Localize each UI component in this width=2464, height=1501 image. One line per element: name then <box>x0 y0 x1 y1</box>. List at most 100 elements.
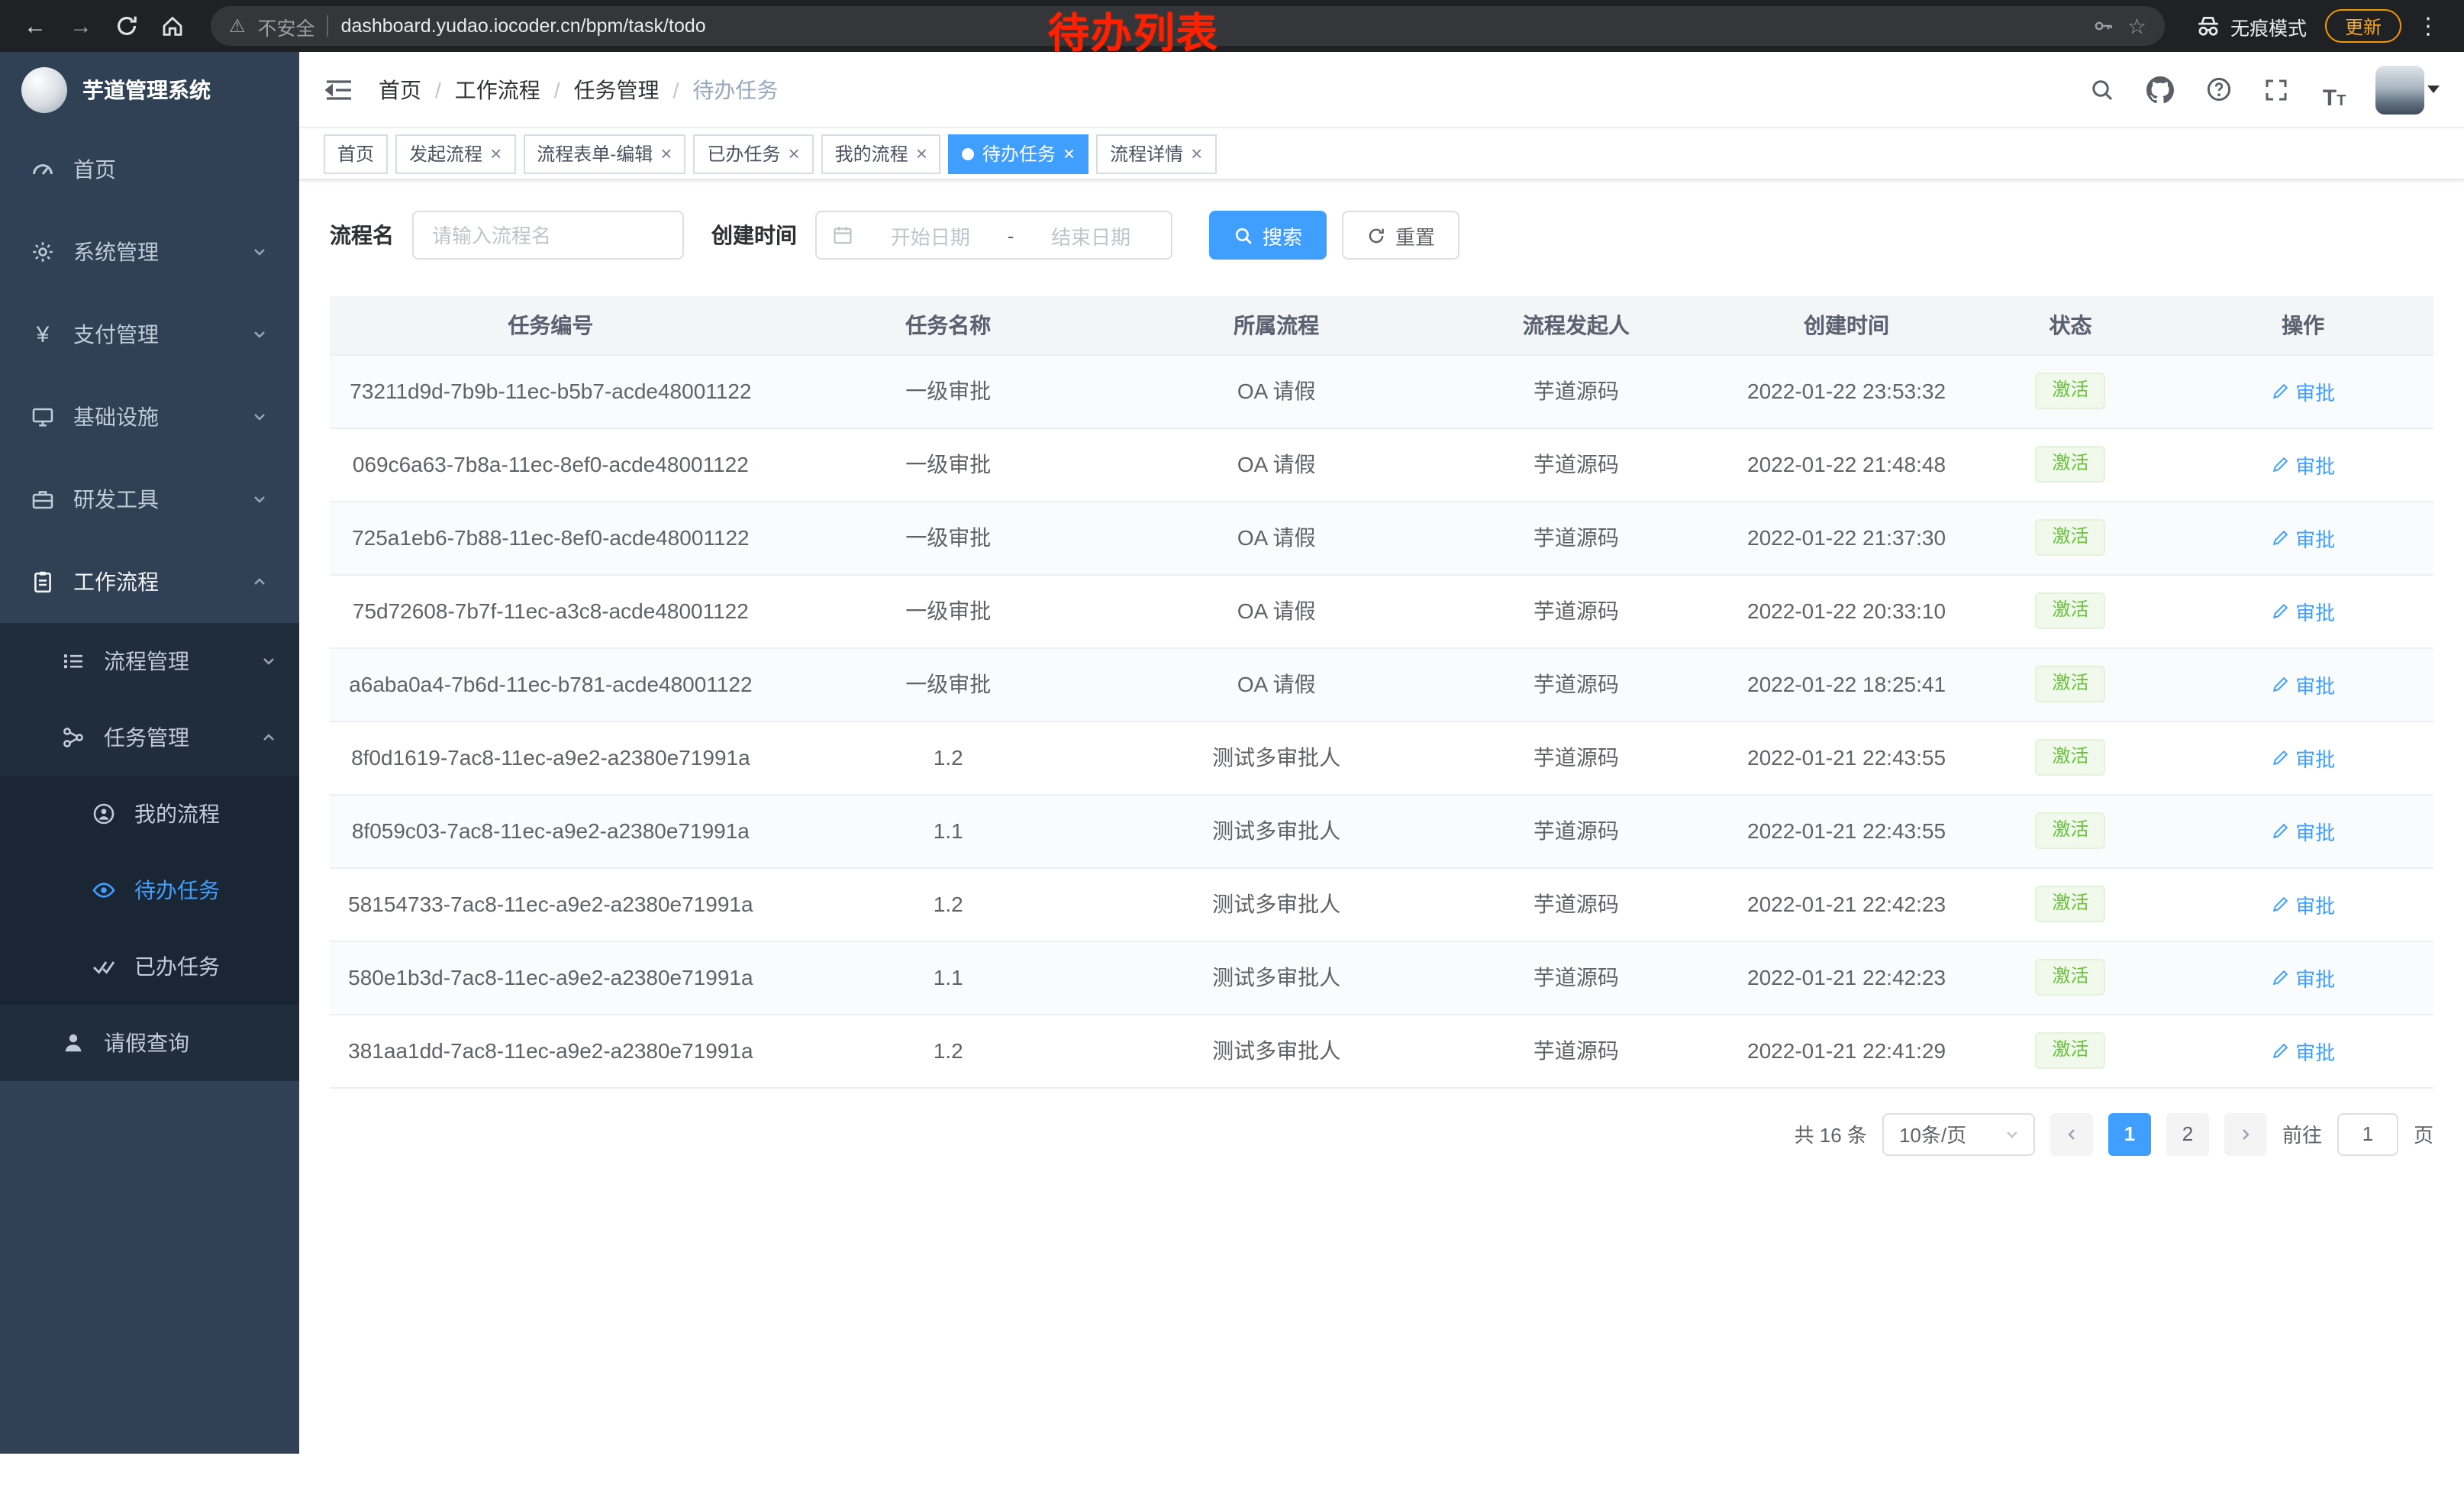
key-icon[interactable] <box>2094 15 2115 37</box>
content: 流程名 创建时间 开始日期 - 结束日期 <box>299 180 2464 1501</box>
date-range-picker[interactable]: 开始日期 - 结束日期 <box>815 211 1172 260</box>
page-unit-label: 页 <box>2414 1119 2433 1148</box>
browser-forward-button[interactable]: → <box>61 6 101 46</box>
prev-page-button[interactable] <box>2050 1112 2093 1155</box>
status-badge: 激活 <box>2036 373 2106 408</box>
edit-pen-icon <box>2271 822 2289 840</box>
tab-label: 发起流程 <box>409 140 482 166</box>
sidebar-item-workflow[interactable]: 工作流程 <box>0 541 299 623</box>
cell-status: 激活 <box>1969 428 2172 501</box>
sidebar-item-task-management[interactable]: 任务管理 <box>0 699 299 776</box>
yen-icon: ¥ <box>31 321 55 347</box>
search-button[interactable]: 搜索 <box>1209 211 1327 260</box>
tab-process-detail[interactable]: 流程详情 × <box>1096 134 1216 173</box>
cell-task-name: 一级审批 <box>772 501 1125 574</box>
cell-status: 激活 <box>1969 941 2172 1014</box>
font-size-button[interactable]: TT <box>2317 69 2351 109</box>
page-size-select[interactable]: 10条/页 <box>1882 1112 2035 1155</box>
approve-link[interactable]: 审批 <box>2271 376 2335 405</box>
fullscreen-button[interactable] <box>2259 69 2293 109</box>
sidebar-item-leave-query[interactable]: 请假查询 <box>0 1005 299 1081</box>
approve-link[interactable]: 审批 <box>2271 1036 2335 1065</box>
sidebar-item-label: 任务管理 <box>104 722 241 753</box>
sidebar-collapse-button[interactable] <box>308 51 369 128</box>
bookmark-star-icon[interactable]: ☆ <box>2127 13 2146 39</box>
approve-link[interactable]: 审批 <box>2271 523 2335 552</box>
cell-status: 激活 <box>1969 574 2172 647</box>
browser-refresh-button[interactable] <box>107 6 147 46</box>
security-label: 不安全 <box>258 11 315 40</box>
next-page-button[interactable] <box>2224 1112 2267 1155</box>
sidebar-item-process-management[interactable]: 流程管理 <box>0 623 299 699</box>
close-icon[interactable]: × <box>788 144 799 163</box>
column-header-task-name: 任务名称 <box>772 296 1125 354</box>
approve-link-label: 审批 <box>2295 450 2335 479</box>
close-icon[interactable]: × <box>660 144 672 163</box>
cell-status: 激活 <box>1969 647 2172 721</box>
approve-link[interactable]: 审批 <box>2271 596 2335 625</box>
sidebar-item-todo-tasks[interactable]: 待办任务 <box>0 852 299 928</box>
search-icon <box>2090 77 2114 102</box>
update-label: 更新 <box>2345 13 2382 39</box>
page-button-2[interactable]: 2 <box>2166 1112 2209 1155</box>
sidebar-item-infrastructure[interactable]: 基础设施 <box>0 376 299 458</box>
annotation-overlay: 待办列表 <box>1048 0 1219 60</box>
approve-link[interactable]: 审批 <box>2271 963 2335 992</box>
search-button[interactable] <box>2085 69 2119 109</box>
tab-my-process[interactable]: 我的流程 × <box>821 134 941 173</box>
clipboard-icon <box>31 570 55 594</box>
tab-todo-tasks[interactable]: 待办任务 × <box>949 134 1088 173</box>
cell-task-id: 8f059c03-7ac8-11ec-a9e2-a2380e71991a <box>330 794 772 867</box>
tab-start-process[interactable]: 发起流程 × <box>395 134 515 173</box>
start-date-placeholder: 开始日期 <box>866 221 995 250</box>
user-menu[interactable] <box>2375 65 2440 114</box>
sidebar-item-done-tasks[interactable]: 已办任务 <box>0 928 299 1005</box>
browser-menu-icon[interactable]: ⋮ <box>2408 12 2449 40</box>
tab-done-tasks[interactable]: 已办任务 × <box>693 134 813 173</box>
approve-link[interactable]: 审批 <box>2271 450 2335 479</box>
close-icon[interactable]: × <box>916 144 927 163</box>
cell-process: OA 请假 <box>1125 428 1428 501</box>
tab-form-edit[interactable]: 流程表单-编辑 × <box>523 134 685 173</box>
github-button[interactable] <box>2143 69 2177 109</box>
table-row: a6aba0a4-7b6d-11ec-b781-acde48001122 一级审… <box>330 647 2433 721</box>
close-icon[interactable]: × <box>1191 144 1202 163</box>
cell-task-id: 580e1b3d-7ac8-11ec-a9e2-a2380e71991a <box>330 941 772 1014</box>
breadcrumb-task-management[interactable]: 任务管理 <box>574 74 660 105</box>
help-button[interactable] <box>2201 69 2235 109</box>
font-size-icon-small: T <box>2337 94 2346 109</box>
approve-link[interactable]: 审批 <box>2271 816 2335 845</box>
cell-actions: 审批 <box>2172 794 2433 867</box>
browser-update-button[interactable]: 更新 <box>2325 9 2401 43</box>
sidebar-item-devtools[interactable]: 研发工具 <box>0 458 299 541</box>
sidebar-item-payment[interactable]: ¥ 支付管理 <box>0 293 299 376</box>
cell-task-name: 一级审批 <box>772 428 1125 501</box>
sidebar-item-system[interactable]: 系统管理 <box>0 211 299 293</box>
table-row: 8f0d1619-7ac8-11ec-a9e2-a2380e71991a 1.2… <box>330 721 2433 794</box>
cell-initiator: 芋道源码 <box>1428 794 1725 867</box>
close-icon[interactable]: × <box>1063 144 1075 163</box>
close-icon[interactable]: × <box>490 144 502 163</box>
browser-chrome: ← → ⚠ 不安全 dashboard.yudao.iocoder.cn/bpm… <box>0 0 2464 52</box>
cell-created: 2022-01-22 20:33:10 <box>1724 574 1969 647</box>
page-size-value: 10条/页 <box>1899 1119 1994 1148</box>
process-name-input[interactable] <box>412 211 684 260</box>
tab-home[interactable]: 首页 <box>324 134 388 173</box>
approve-link[interactable]: 审批 <box>2271 743 2335 772</box>
monitor-icon <box>31 405 55 429</box>
reset-button[interactable]: 重置 <box>1342 211 1459 260</box>
approve-link[interactable]: 审批 <box>2271 670 2335 699</box>
page-button-1[interactable]: 1 <box>2108 1112 2151 1155</box>
sidebar-item-label: 研发工具 <box>73 484 232 515</box>
breadcrumb-workflow[interactable]: 工作流程 <box>455 74 540 105</box>
status-badge: 激活 <box>2036 666 2106 702</box>
browser-home-button[interactable] <box>153 6 192 46</box>
breadcrumb-home[interactable]: 首页 <box>379 74 421 105</box>
approve-link[interactable]: 审批 <box>2271 889 2335 918</box>
table-header: 任务编号 任务名称 所属流程 流程发起人 创建时间 状态 操作 <box>330 296 2433 354</box>
sidebar-item-my-process[interactable]: 我的流程 <box>0 776 299 852</box>
goto-page-input[interactable] <box>2337 1112 2398 1155</box>
cell-task-name: 1.1 <box>772 941 1125 1014</box>
sidebar-item-home[interactable]: 首页 <box>0 128 299 211</box>
browser-back-button[interactable]: ← <box>15 6 55 46</box>
